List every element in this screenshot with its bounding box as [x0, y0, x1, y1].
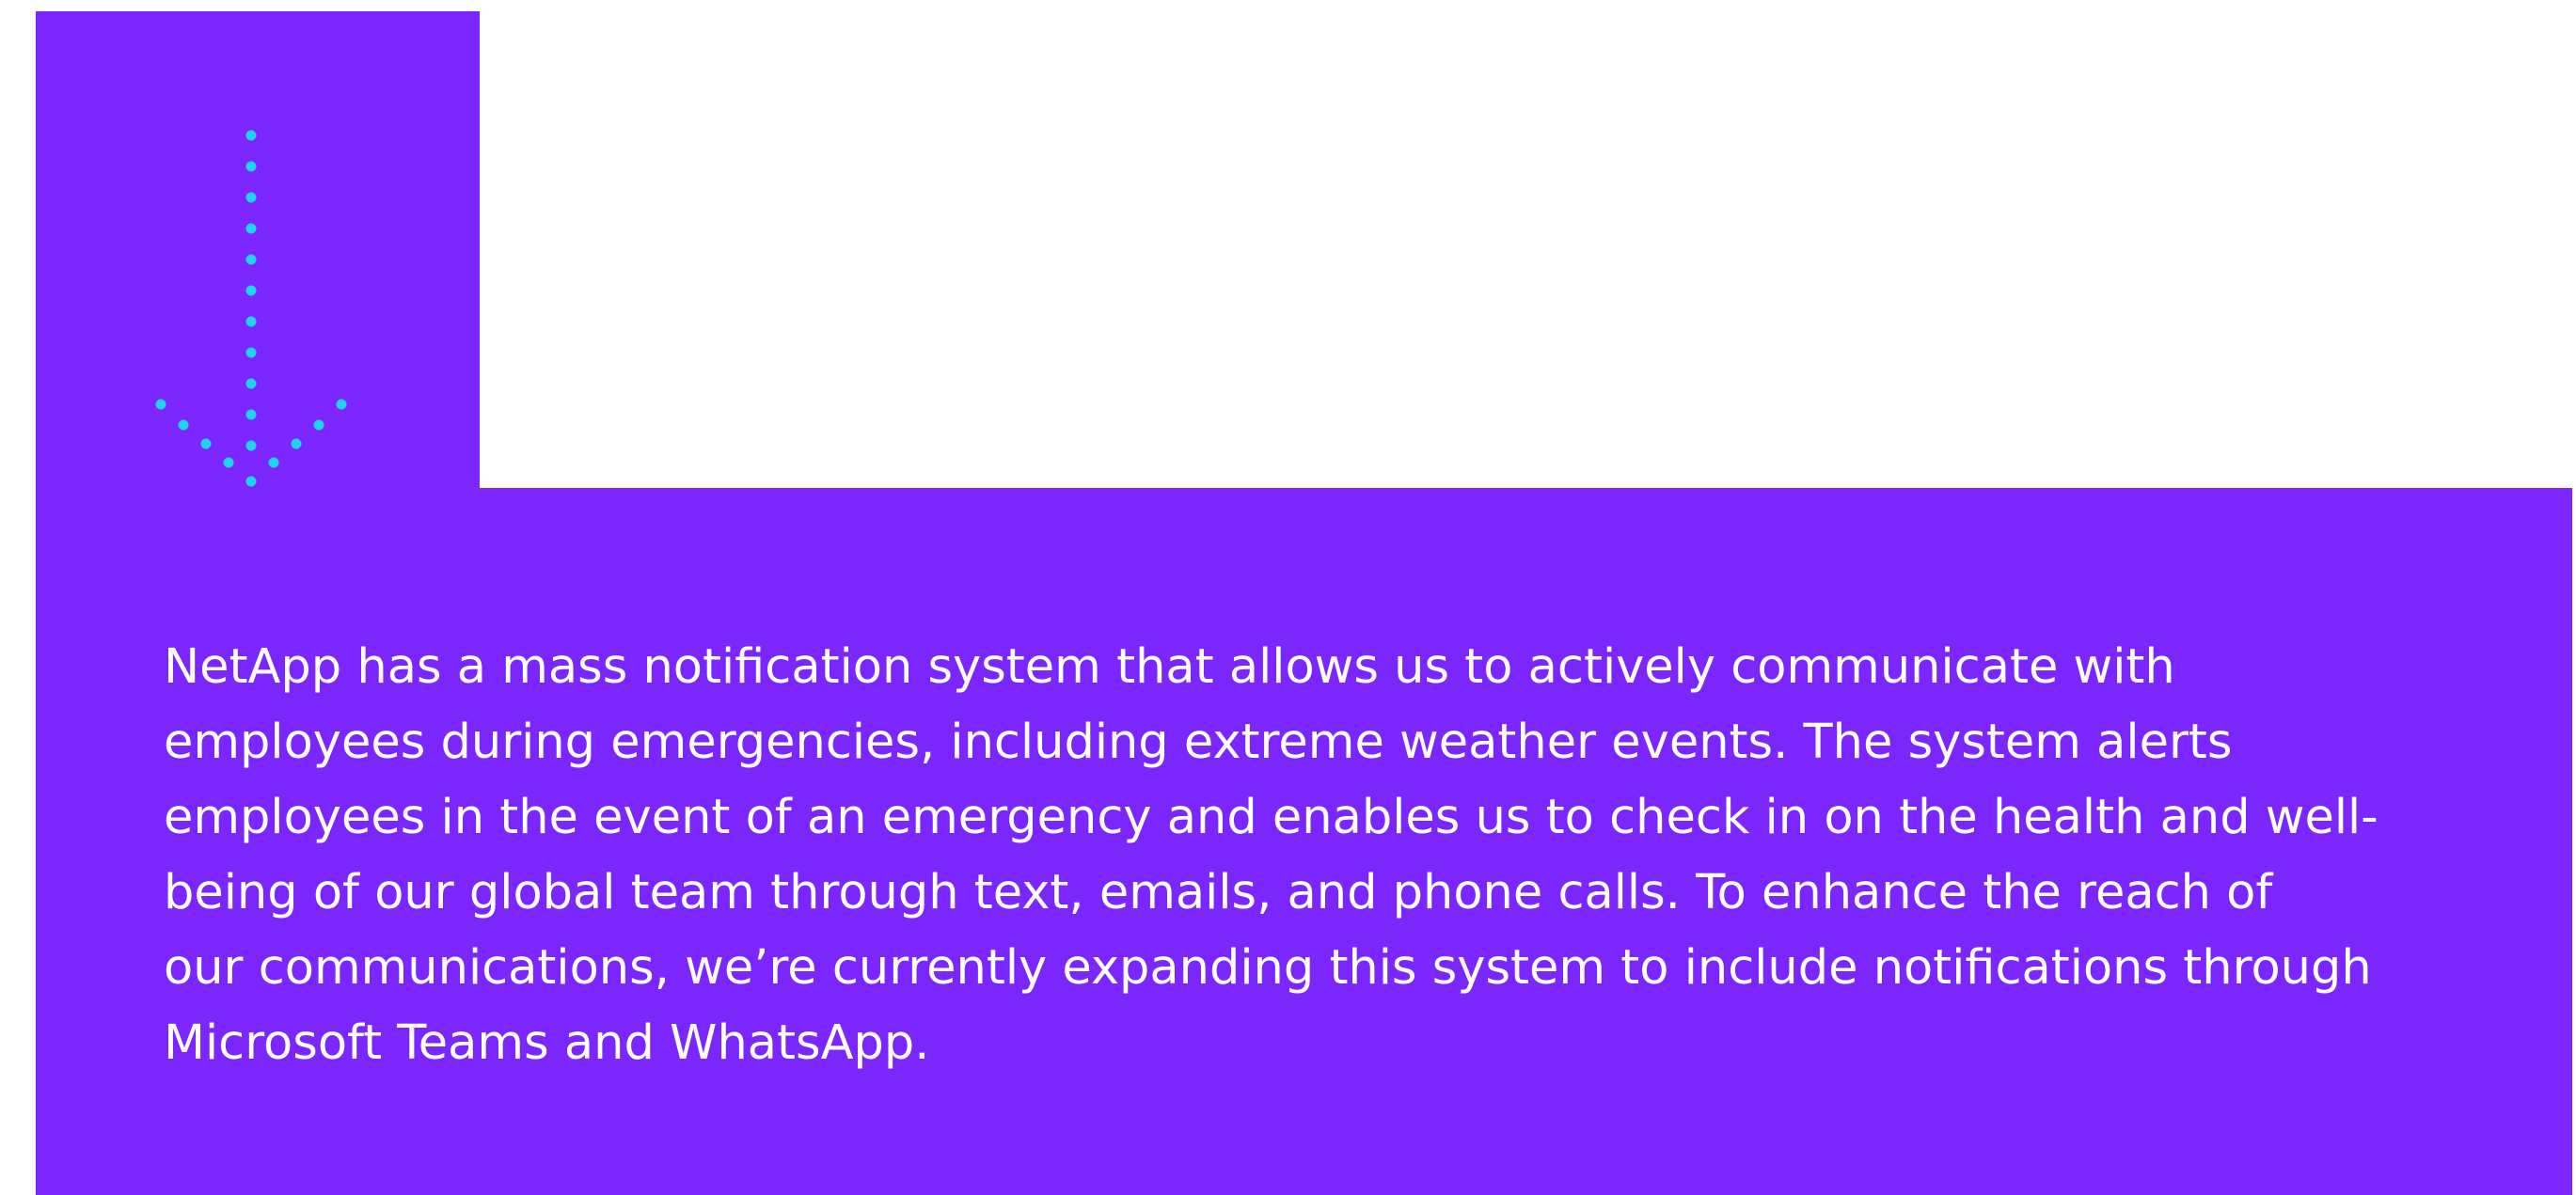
- arrow-dot: [336, 399, 347, 410]
- arrow-dot: [155, 399, 166, 410]
- arrow-dot: [223, 457, 234, 468]
- arrow-dot: [291, 438, 302, 449]
- page: NetApp has a mass notification system th…: [0, 0, 2576, 1195]
- notification-system-paragraph: NetApp has a mass notification system th…: [164, 639, 2378, 1071]
- arrow-dot: [245, 192, 257, 203]
- dotted-down-arrow-icon: [155, 130, 347, 487]
- arrow-dot: [245, 378, 257, 389]
- arrow-dot: [245, 347, 257, 358]
- arrow-dot: [200, 438, 212, 449]
- arrow-dot: [245, 161, 257, 172]
- arrow-dot: [245, 409, 257, 420]
- arrow-dot: [313, 419, 324, 431]
- arrow-dot: [245, 130, 257, 141]
- arrow-dot: [245, 440, 257, 451]
- arrow-dot: [245, 476, 257, 487]
- arrow-dot: [268, 457, 279, 468]
- arrow-dot: [178, 419, 189, 431]
- arrow-dot: [245, 316, 257, 327]
- arrow-dot: [245, 223, 257, 234]
- arrow-dot: [245, 254, 257, 265]
- arrow-dot: [245, 285, 257, 296]
